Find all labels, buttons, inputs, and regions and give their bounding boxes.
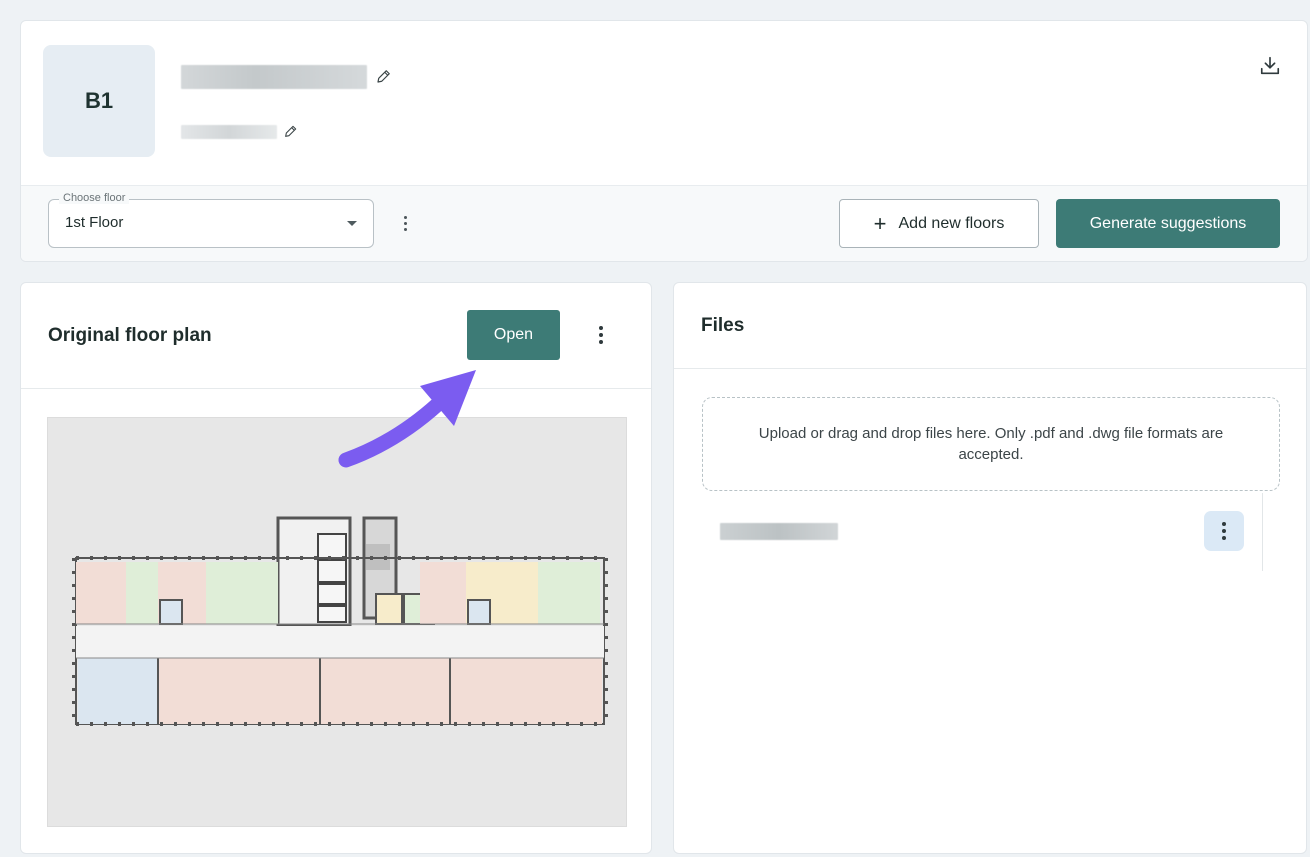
plus-icon: + xyxy=(873,210,887,236)
floor-plan-drawing xyxy=(72,516,608,726)
floor-plan-more-icon[interactable] xyxy=(591,323,611,347)
file-list-scrollbar[interactable] xyxy=(1262,493,1263,571)
add-new-floors-label: Add new floors xyxy=(898,214,1005,232)
edit-address-pencil-icon[interactable] xyxy=(283,123,299,139)
building-name-redacted xyxy=(181,65,367,89)
floor-plan-title: Original floor plan xyxy=(48,325,212,346)
building-header-card: B1 Choose floor 1st Floor + Add new floo… xyxy=(20,20,1308,262)
file-more-button[interactable] xyxy=(1204,511,1244,551)
floor-select[interactable]: Choose floor 1st Floor xyxy=(48,192,374,248)
floor-select-label: Choose floor xyxy=(59,192,130,204)
floor-select-value: 1st Floor xyxy=(65,214,124,231)
chevron-down-icon xyxy=(347,221,357,226)
floor-more-icon[interactable] xyxy=(395,211,415,235)
building-info: B1 xyxy=(21,21,1307,185)
generate-suggestions-button[interactable]: Generate suggestions xyxy=(1056,199,1280,248)
file-list-item[interactable] xyxy=(702,505,1262,555)
edit-name-pencil-icon[interactable] xyxy=(375,67,393,85)
file-upload-dropzone[interactable]: Upload or drag and drop files here. Only… xyxy=(702,397,1280,491)
building-address-redacted xyxy=(181,125,277,139)
more-vertical-icon xyxy=(1214,519,1234,543)
building-avatar: B1 xyxy=(43,45,155,157)
floor-plan-card-header: Original floor plan Open xyxy=(21,283,651,389)
floor-plan-preview[interactable] xyxy=(47,417,627,827)
download-icon[interactable] xyxy=(1259,55,1281,77)
file-name-redacted xyxy=(720,523,838,540)
open-floor-plan-button[interactable]: Open xyxy=(467,310,560,360)
files-card: Files Upload or drag and drop files here… xyxy=(673,282,1307,854)
floor-plan-card: Original floor plan Open xyxy=(20,282,652,854)
add-new-floors-button[interactable]: + Add new floors xyxy=(839,199,1039,248)
files-title: Files xyxy=(701,315,745,336)
files-card-header: Files xyxy=(674,283,1306,369)
